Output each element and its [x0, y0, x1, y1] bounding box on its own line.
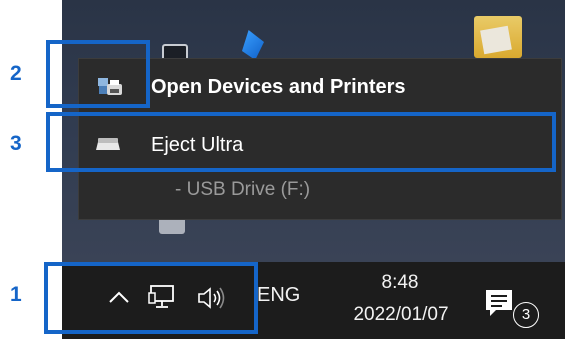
desktop-icon[interactable] — [242, 30, 264, 60]
clock-date[interactable]: 2022/01/07 — [326, 304, 476, 326]
input-language-indicator[interactable]: ENG — [257, 284, 300, 307]
usb-drive-entry: - USB Drive (F:) — [79, 170, 561, 210]
eject-item-highlight — [46, 112, 556, 172]
usb-drive-label: - USB Drive (F:) — [175, 179, 311, 200]
open-devices-label: Open Devices and Printers — [151, 75, 406, 98]
step-3-label: 3 — [10, 132, 22, 155]
step-1-label: 1 — [10, 283, 22, 306]
folder-icon[interactable] — [474, 16, 522, 58]
open-devices-and-printers-item[interactable]: Open Devices and Printers — [79, 61, 561, 113]
system-tray-highlight — [44, 262, 258, 334]
devices-icon-highlight — [46, 40, 150, 108]
clock-time[interactable]: 8:48 — [358, 272, 442, 294]
step-2-label: 2 — [10, 62, 22, 85]
notification-count-badge: 3 — [513, 302, 539, 328]
